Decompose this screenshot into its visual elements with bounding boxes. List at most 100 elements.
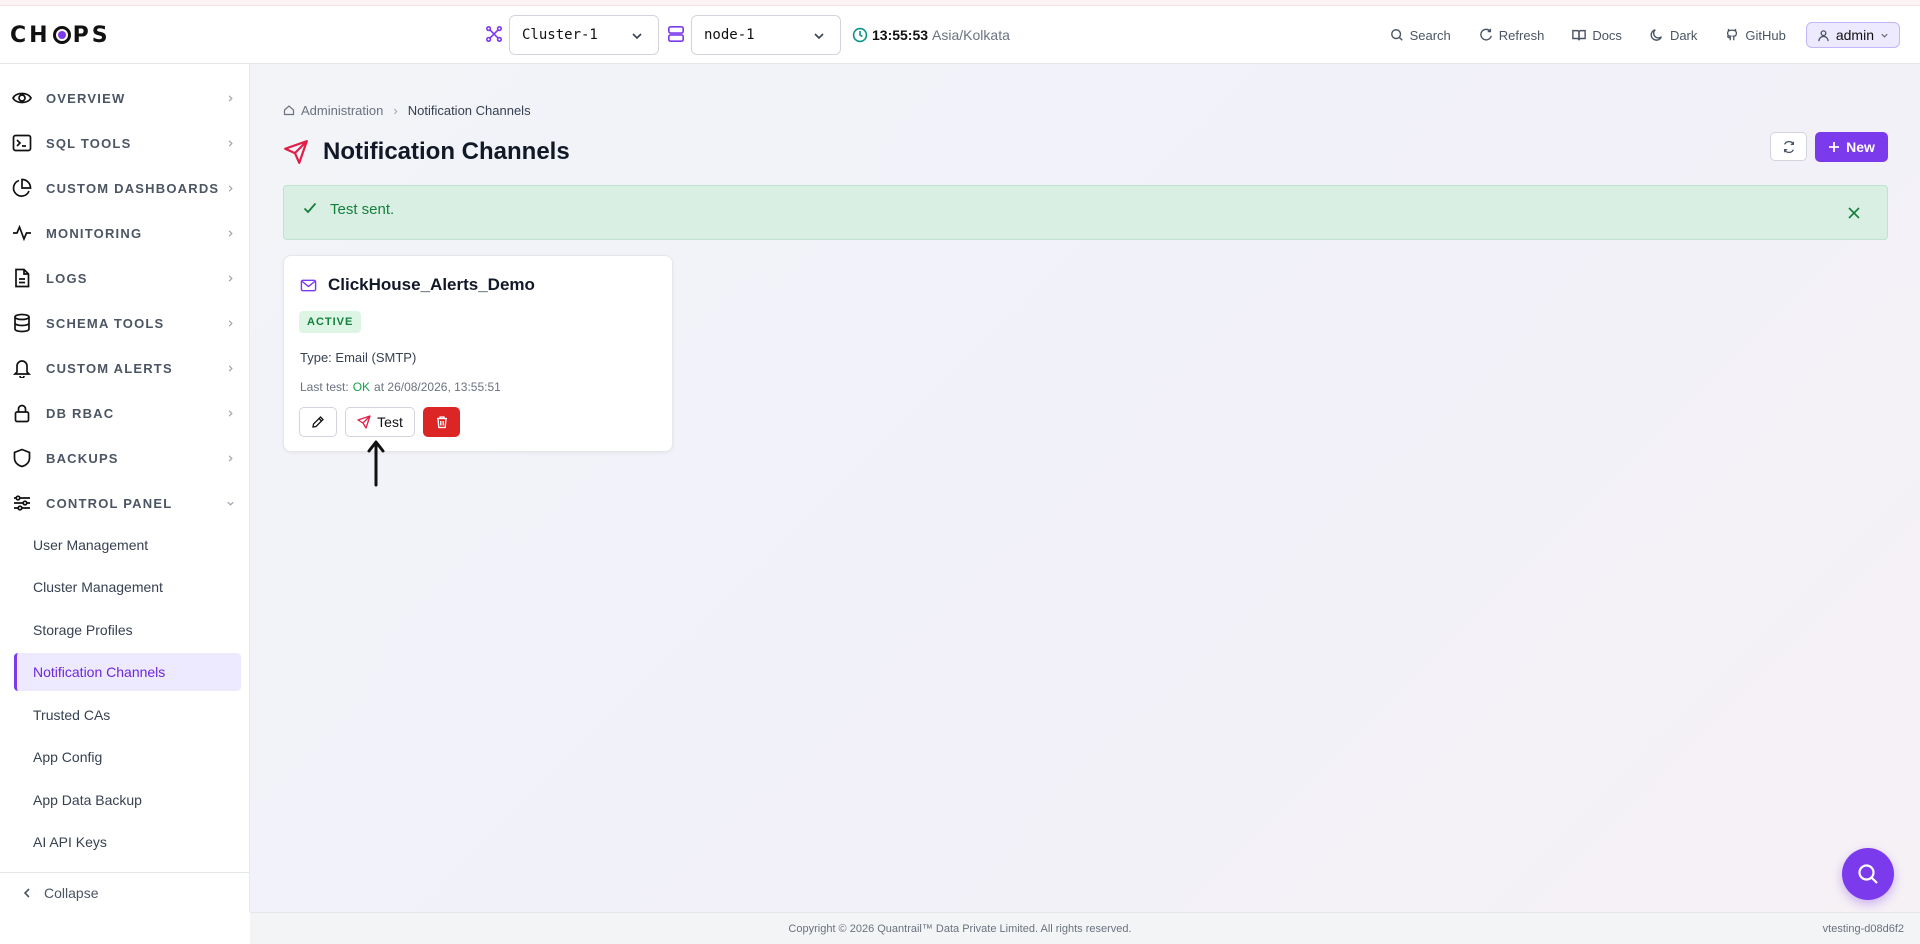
delete-button[interactable] [423, 407, 460, 437]
sidebar-subitem-app-config[interactable]: App Config [14, 738, 241, 776]
footer-copyright: Copyright © 2026 Quantrail™ Data Private… [788, 923, 1132, 935]
sidebar-item-db-rbac[interactable]: DB RBAC [0, 391, 249, 436]
shield-icon [13, 448, 31, 468]
chevron-right-icon [228, 320, 233, 327]
sidebar-item-label: OVERVIEW [46, 91, 126, 106]
refresh-link[interactable]: Refresh [1479, 27, 1545, 43]
book-icon [1572, 29, 1587, 41]
breadcrumb-current: Notification Channels [407, 102, 531, 118]
pie-chart-icon [12, 178, 32, 197]
user-icon [1818, 29, 1829, 41]
sidebar-item-label: MONITORING [46, 226, 143, 241]
page-header: Notification Channels [283, 134, 570, 170]
sidebar-subitem-cluster-management[interactable]: Cluster Management [14, 568, 241, 606]
sidebar-subitem-label: User Management [33, 537, 149, 553]
edit-button[interactable] [299, 407, 337, 437]
top-header: CHPS Cluster-1 node-1 13:55:53 Asia/Kolk… [0, 6, 1920, 64]
main-content: Administration › Notification Channels N… [250, 64, 1920, 912]
refresh-icon [1479, 28, 1492, 41]
close-icon[interactable] [1847, 206, 1861, 220]
home-icon [283, 105, 295, 116]
sidebar-item-logs[interactable]: LOGS [0, 256, 249, 301]
trash-icon [436, 416, 447, 429]
lock-icon [14, 404, 30, 423]
terminal-icon [12, 134, 32, 152]
sidebar-subitem-notification-channels[interactable]: Notification Channels [14, 653, 241, 691]
sidebar-item-custom-dashboards[interactable]: CUSTOM DASHBOARDS [0, 166, 249, 211]
file-text-icon [15, 268, 30, 288]
search-icon [1390, 29, 1403, 41]
node-select-value: node-1 [704, 27, 755, 43]
sidebar: OVERVIEW SQL TOOLS CUSTOM DASHBOARDS MON… [0, 64, 250, 912]
search-icon [1858, 864, 1878, 884]
last-test-time: at 26/08/2026, 13:55:51 [374, 380, 501, 394]
breadcrumb: Administration › Notification Channels [283, 102, 531, 118]
refresh-link-label: Refresh [1498, 27, 1545, 43]
search-link[interactable]: Search [1390, 28, 1451, 43]
dark-mode-toggle[interactable]: Dark [1650, 28, 1697, 43]
sidebar-item-label: BACKUPS [46, 451, 119, 466]
last-test-prefix: Last test: [300, 380, 349, 394]
refresh-button[interactable] [1770, 132, 1807, 161]
breadcrumb-root[interactable]: Administration [301, 103, 383, 118]
chevron-right-icon [228, 275, 233, 282]
test-button-label: Test [377, 414, 403, 430]
node-select[interactable]: node-1 [691, 15, 841, 55]
sidebar-item-control-panel[interactable]: CONTROL PANEL [0, 481, 249, 526]
sidebar-subitem-ai-api-keys[interactable]: AI API Keys [14, 823, 241, 861]
global-search-button[interactable] [1842, 848, 1894, 900]
send-icon [357, 415, 371, 429]
bell-icon [12, 360, 32, 378]
plus-icon [1829, 142, 1840, 152]
activity-icon [13, 224, 31, 242]
chevron-right-icon [228, 455, 233, 462]
mail-icon [300, 279, 317, 292]
check-icon [303, 202, 317, 214]
sidebar-subitem-app-data-backup[interactable]: App Data Backup [14, 781, 241, 819]
sidebar-item-custom-alerts[interactable]: CUSTOM ALERTS [0, 346, 249, 391]
sidebar-subitem-label: App Config [33, 749, 103, 765]
app-logo[interactable]: CHPS [10, 20, 111, 50]
github-link-label: GitHub [1745, 27, 1786, 43]
chevron-down-icon [227, 501, 234, 506]
sidebar-item-sql-tools[interactable]: SQL TOOLS [0, 121, 249, 166]
arrow-up-icon [367, 440, 385, 487]
sidebar-item-schema-tools[interactable]: SCHEMA TOOLS [0, 301, 249, 346]
edit-icon [312, 416, 324, 428]
user-menu[interactable]: admin [1805, 22, 1900, 48]
chevron-down-icon [814, 33, 824, 40]
sidebar-subitem-user-management[interactable]: User Management [14, 526, 241, 564]
chevron-right-icon [228, 185, 233, 192]
status-badge: ACTIVE [299, 311, 362, 333]
sidebar-subitem-label: App Data Backup [33, 792, 142, 808]
chevron-right-icon [228, 140, 233, 147]
footer-version: vtesting-d08d6f2 [1822, 923, 1904, 935]
sidebar-item-label: CONTROL PANEL [46, 496, 173, 511]
sidebar-collapse-button[interactable]: Collapse [0, 872, 249, 912]
sidebar-subitem-storage-profiles[interactable]: Storage Profiles [14, 611, 241, 649]
sidebar-item-monitoring[interactable]: MONITORING [0, 211, 249, 256]
channel-type: Type: Email (SMTP) [300, 350, 417, 365]
test-button[interactable]: Test [345, 407, 415, 437]
user-name: admin [1835, 27, 1874, 43]
chevron-right-icon [228, 95, 233, 102]
sidebar-item-label: CUSTOM ALERTS [46, 361, 173, 376]
success-alert: Test sent. [283, 185, 1888, 240]
sidebar-subitem-label: AI API Keys [33, 834, 107, 850]
collapse-label: Collapse [44, 884, 99, 901]
docs-link[interactable]: Docs [1572, 28, 1622, 43]
sidebar-item-backups[interactable]: BACKUPS [0, 436, 249, 481]
sidebar-item-overview[interactable]: OVERVIEW [0, 76, 249, 121]
cluster-select[interactable]: Cluster-1 [509, 15, 659, 55]
github-link[interactable]: GitHub [1725, 27, 1786, 43]
eye-icon [12, 92, 32, 104]
sidebar-subitem-label: Storage Profiles [33, 622, 133, 638]
chevron-right-icon [228, 410, 233, 417]
clock-icon [852, 27, 868, 43]
sidebar-subitem-trusted-cas[interactable]: Trusted CAs [14, 696, 241, 734]
dark-mode-label: Dark [1669, 27, 1698, 43]
sidebar-item-label: CUSTOM DASHBOARDS [46, 181, 220, 196]
sidebar-subitem-label: Trusted CAs [33, 707, 111, 723]
new-channel-button[interactable]: New [1815, 132, 1888, 162]
server-icon [667, 25, 685, 43]
